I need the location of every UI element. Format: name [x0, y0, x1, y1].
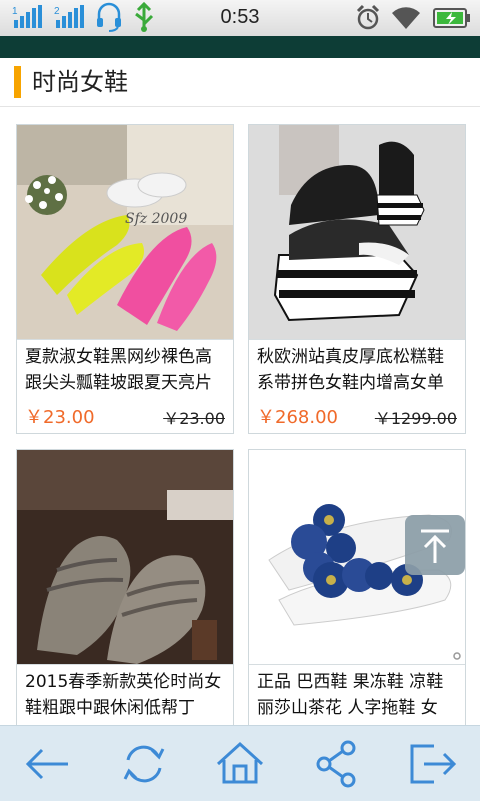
arrow-up-icon [421, 529, 449, 563]
home-icon[interactable] [214, 738, 266, 790]
signal-1-icon: 1 [12, 5, 42, 28]
product-original-price: ￥1299.00 [374, 409, 457, 428]
product-price: ￥23.00 [25, 407, 95, 428]
product-name[interactable]: 秋欧洲站真皮厚底松糕鞋系带拼色女鞋内增高女单 [257, 344, 459, 396]
headset-icon [97, 2, 121, 32]
share-icon[interactable] [310, 738, 362, 790]
top-band [0, 36, 480, 58]
battery-charging-icon [433, 8, 470, 28]
svg-text:Sfz 2009: Sfz 2009 [125, 211, 187, 227]
product-name[interactable]: 夏款淑女鞋黑网纱裸色高跟尖头瓢鞋坡跟夏天亮片 [25, 344, 227, 396]
svg-text:1: 1 [12, 6, 18, 17]
product-image[interactable]: Sfz 2009 [17, 125, 233, 340]
bottom-nav [0, 725, 480, 801]
signal-2-icon: 2 [54, 5, 84, 28]
refresh-icon[interactable] [118, 738, 170, 790]
svg-text:2: 2 [54, 6, 60, 17]
product-card[interactable]: Sfz 2009 夏款淑女鞋黑网纱裸色高跟尖头瓢鞋坡跟夏天亮片 ￥23.00 ￥… [16, 124, 234, 434]
usb-icon [135, 1, 154, 32]
header-accent-bar [14, 66, 21, 98]
page-title: 时尚女鞋 [32, 68, 128, 96]
back-icon[interactable] [22, 738, 74, 790]
exit-icon[interactable] [406, 738, 458, 790]
status-bar: 1 2 0:53 [0, 0, 480, 36]
product-name[interactable]: 2015春季新款英伦时尚女鞋粗跟中跟休闲低帮丁 [25, 669, 227, 721]
product-price: ￥268.00 [257, 407, 338, 428]
product-card[interactable]: 秋欧洲站真皮厚底松糕鞋系带拼色女鞋内增高女单 ￥268.00 ￥1299.00 [248, 124, 466, 434]
back-to-top-button[interactable] [405, 515, 465, 575]
product-image[interactable] [249, 125, 465, 340]
product-card[interactable]: 正品 巴西鞋 果冻鞋 凉鞋 丽莎山茶花 人字拖鞋 女 [248, 449, 466, 751]
wifi-icon [392, 7, 420, 29]
alarm-icon [356, 4, 380, 30]
product-name[interactable]: 正品 巴西鞋 果冻鞋 凉鞋 丽莎山茶花 人字拖鞋 女 [257, 669, 459, 721]
product-image[interactable] [17, 450, 233, 665]
clock: 0:53 [220, 6, 260, 28]
product-card[interactable]: 2015春季新款英伦时尚女鞋粗跟中跟休闲低帮丁 [16, 449, 234, 751]
section-header: 时尚女鞋 [0, 58, 480, 107]
product-original-price: ￥23.00 [163, 409, 225, 428]
